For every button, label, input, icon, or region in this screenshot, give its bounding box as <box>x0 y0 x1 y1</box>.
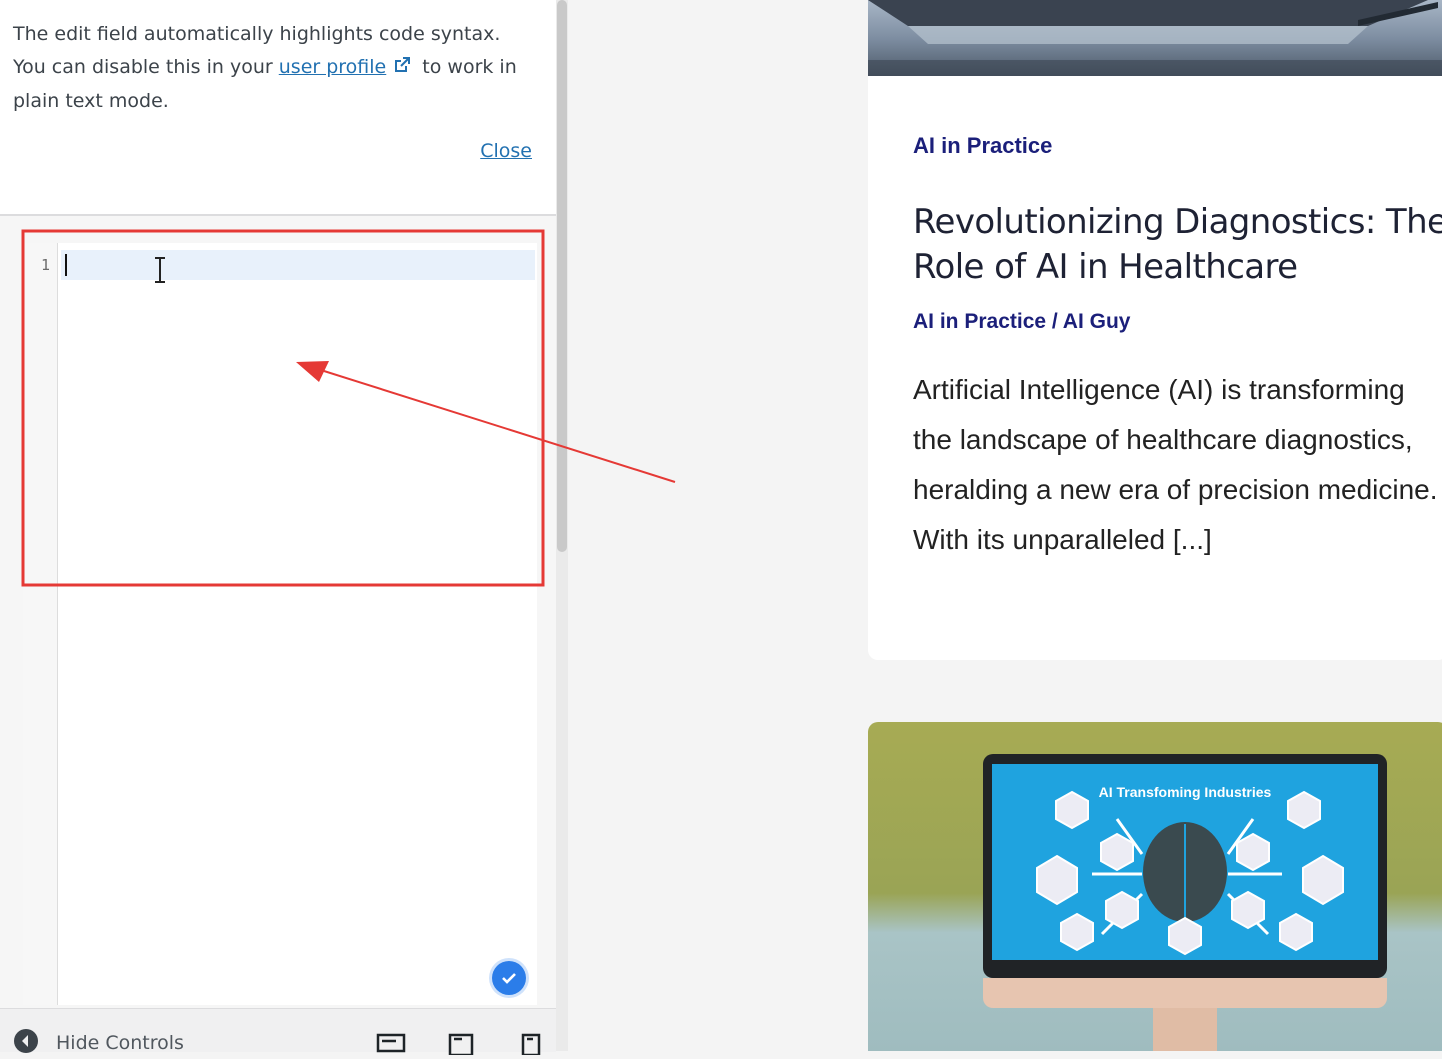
post-thumbnail[interactable] <box>868 0 1442 76</box>
panel-scrollbar-thumb[interactable] <box>557 0 567 552</box>
text-cursor-icon <box>153 256 167 288</box>
monitor-illustration: AI Transfoming Industries <box>983 754 1387 978</box>
active-line[interactable] <box>61 250 535 280</box>
notice-text: The edit field automatically highlights … <box>13 18 538 118</box>
post-card[interactable]: AI Transfoming Industries <box>868 722 1442 1051</box>
monitor-stand <box>1153 1008 1217 1051</box>
thumbnail-art <box>868 0 1442 76</box>
hide-controls-button[interactable]: Hide Controls <box>12 1029 184 1055</box>
post-category[interactable]: AI in Practice <box>913 133 1052 159</box>
collapse-arrow-icon <box>12 1027 40 1059</box>
syntax-notice: The edit field automatically highlights … <box>0 0 556 214</box>
code-editor[interactable]: 1 <box>23 243 537 1005</box>
monitor-chin <box>983 978 1387 1008</box>
post-excerpt: Artificial Intelligence (AI) is transfor… <box>913 374 1438 555</box>
line-number: 1 <box>40 256 50 274</box>
text-caret <box>65 254 67 276</box>
customizer-footer: Hide Controls <box>0 1008 556 1057</box>
tablet-icon[interactable] <box>448 1033 474 1059</box>
ai-network-graphic <box>1036 790 1344 956</box>
site-preview: AI in Practice Revolutionizing Diagnosti… <box>568 0 1442 1051</box>
external-link-icon <box>392 53 412 86</box>
close-link[interactable]: Close <box>480 140 532 162</box>
divider <box>0 214 556 216</box>
checkmark-icon <box>492 961 526 995</box>
monitor-screen: AI Transfoming Industries <box>992 764 1378 960</box>
mobile-icon[interactable] <box>520 1033 542 1059</box>
customizer-panel: The edit field automatically highlights … <box>0 0 556 1057</box>
post-meta[interactable]: AI in Practice / AI Guy <box>913 310 1130 334</box>
line-gutter: 1 <box>23 243 58 1005</box>
user-profile-link[interactable]: user profile <box>279 56 387 78</box>
post-card[interactable]: AI in Practice Revolutionizing Diagnosti… <box>868 0 1442 660</box>
post-title[interactable]: Revolutionizing Diagnostics: The Role of… <box>913 200 1442 290</box>
desktop-icon[interactable] <box>376 1033 406 1059</box>
